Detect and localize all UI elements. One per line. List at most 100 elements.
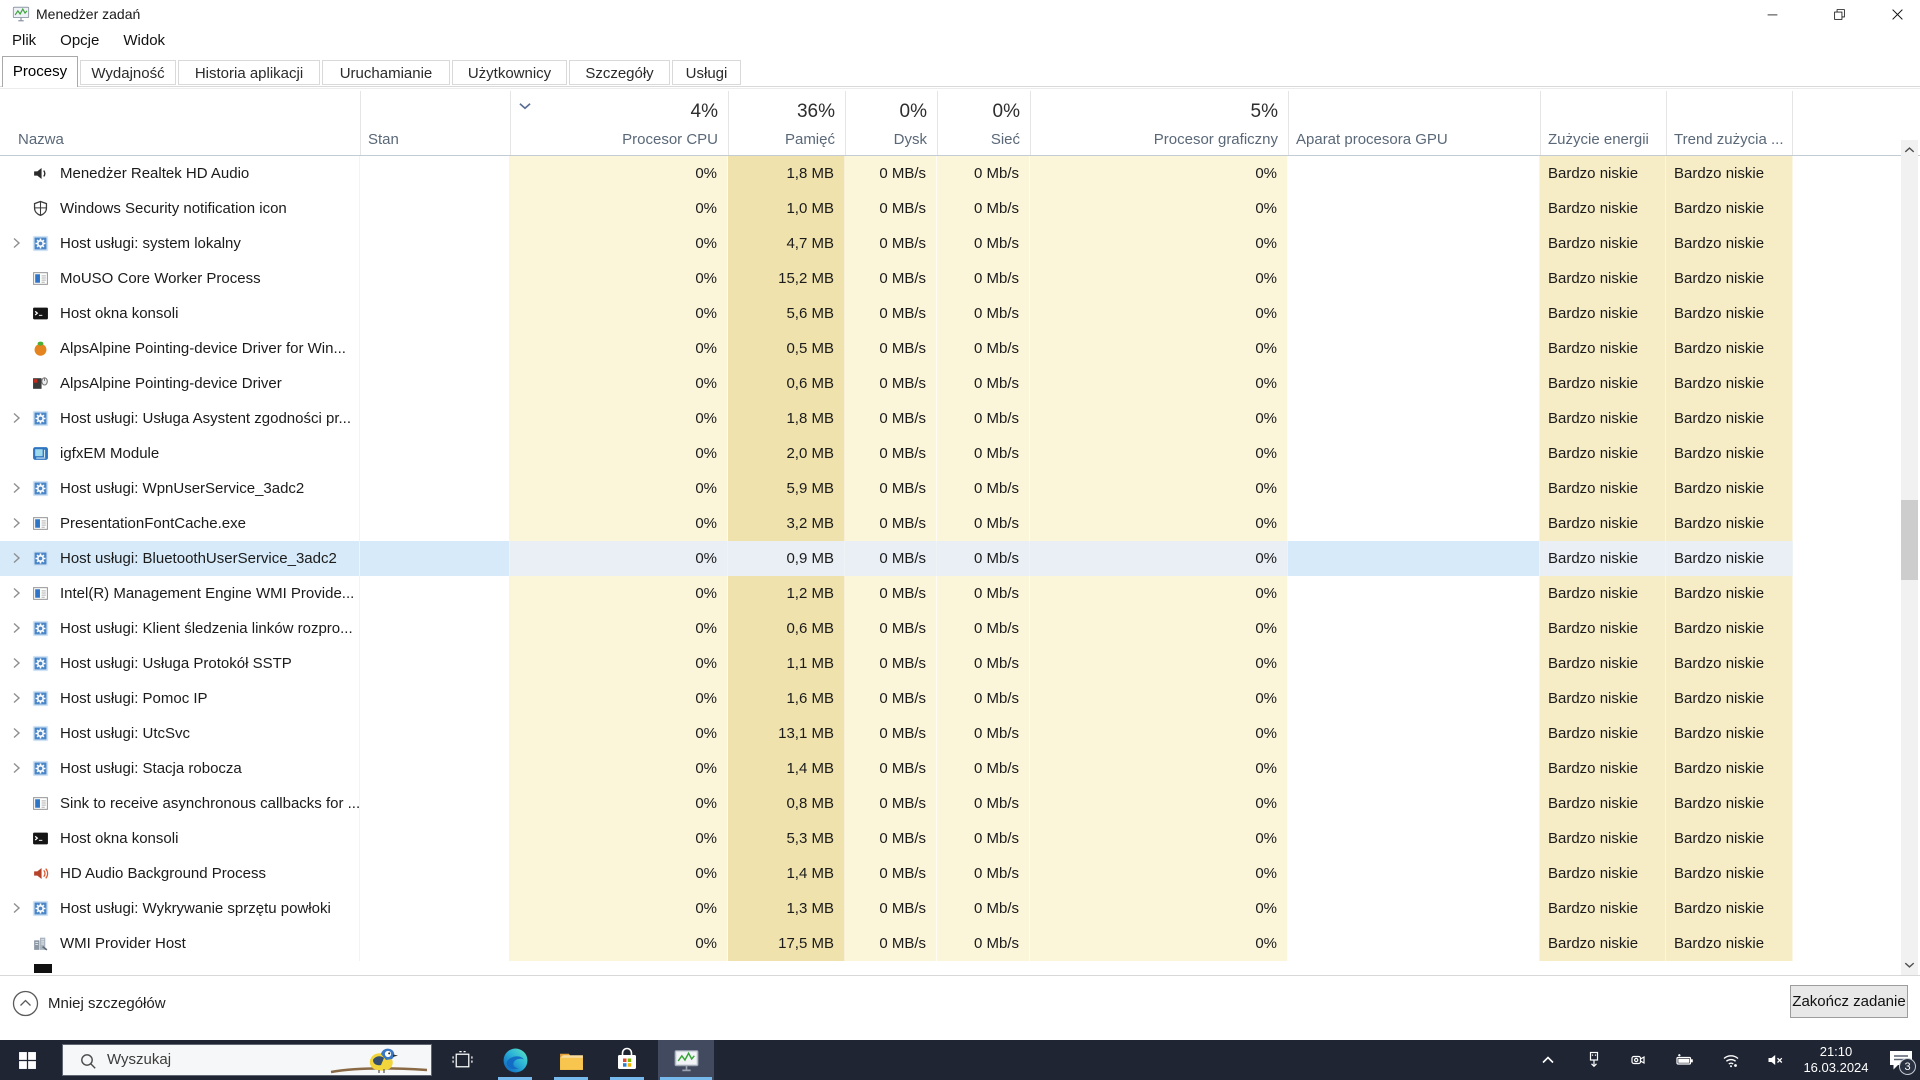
table-row[interactable]: AlpsAlpine Pointing-device Driver for Wi… bbox=[0, 331, 1793, 366]
cell-gpu: 0% bbox=[1030, 856, 1288, 891]
table-row[interactable]: AlpsAlpine Pointing-device Driver 0% 0,6 M… bbox=[0, 366, 1793, 401]
usb-icon[interactable] bbox=[1585, 1051, 1603, 1069]
table-row[interactable]: WMI Provider Host 0% 17,5 MB 0 MB/s 0 Mb/s 0%… bbox=[0, 926, 1793, 961]
table-row[interactable]: Host usługi: system lokalny 0% 4,7 MB 0 MB/… bbox=[0, 226, 1793, 261]
column-header-gpu[interactable]: Procesor graficzny bbox=[1030, 129, 1288, 153]
table-row[interactable]: PresentationFontCache.exe 0% 3,2 MB 0 MB/s 0… bbox=[0, 506, 1793, 541]
minimize-button[interactable] bbox=[1749, 0, 1795, 28]
cell-name: Intel(R) Management Engine WMI Provide..… bbox=[0, 576, 360, 611]
service-gear-icon bbox=[32, 655, 49, 672]
column-header-status[interactable]: Stan bbox=[360, 129, 510, 153]
tab-wydajność[interactable]: Wydajność bbox=[80, 60, 176, 85]
expand-chevron-icon[interactable] bbox=[8, 515, 24, 531]
scrollbar-thumb[interactable] bbox=[1901, 500, 1918, 580]
volume-muted-icon[interactable] bbox=[1766, 1051, 1784, 1069]
expand-chevron-icon[interactable] bbox=[8, 550, 24, 566]
search-input[interactable]: Wyszukaj bbox=[62, 1044, 432, 1076]
table-row[interactable]: Host okna konsoli 0% 5,6 MB 0 MB/s 0 Mb/s 0% B… bbox=[0, 296, 1793, 331]
restore-button[interactable] bbox=[1816, 0, 1862, 28]
header-column-separator bbox=[1030, 91, 1031, 155]
expand-chevron-icon[interactable] bbox=[8, 690, 24, 706]
expand-chevron-icon[interactable] bbox=[8, 585, 24, 601]
cell-power_trend: Bardzo niskie bbox=[1666, 681, 1793, 716]
end-task-button[interactable]: Zakończ zadanie bbox=[1790, 985, 1908, 1018]
tab-szczegóły[interactable]: Szczegóły bbox=[569, 60, 670, 85]
cell-memory: 1,4 MB bbox=[728, 751, 845, 786]
column-header-power_trend[interactable]: Trend zużycia ... bbox=[1666, 129, 1793, 153]
column-header-power[interactable]: Zużycie energii bbox=[1540, 129, 1666, 153]
table-row[interactable]: Host usługi: BluetoothUserService_3adc2 0… bbox=[0, 541, 1793, 576]
cell-gpu_engine bbox=[1288, 856, 1540, 891]
process-name: Windows Security notification icon bbox=[60, 200, 287, 217]
menu-item-opcje[interactable]: Opcje bbox=[48, 28, 111, 54]
table-row[interactable]: Intel(R) Management Engine WMI Provide..… bbox=[0, 576, 1793, 611]
file-explorer-button[interactable] bbox=[548, 1040, 594, 1080]
edge-button[interactable] bbox=[492, 1040, 538, 1080]
close-button[interactable] bbox=[1874, 0, 1920, 28]
table-row[interactable]: Host usługi: Pomoc IP 0% 1,6 MB 0 MB/s 0 Mb/… bbox=[0, 681, 1793, 716]
table-row[interactable]: Host usługi: Stacja robocza 0% 1,4 MB 0 MB/… bbox=[0, 751, 1793, 786]
expand-chevron-icon[interactable] bbox=[8, 655, 24, 671]
cell-gpu: 0% bbox=[1030, 681, 1288, 716]
start-button[interactable] bbox=[4, 1040, 50, 1080]
expand-chevron-icon[interactable] bbox=[8, 900, 24, 916]
table-row[interactable]: Host okna konsoli 0% 5,3 MB 0 MB/s 0 Mb/s 0% B… bbox=[0, 821, 1793, 856]
cell-gpu_engine bbox=[1288, 821, 1540, 856]
table-row[interactable]: Host usługi: Usługa Asystent zgodności p… bbox=[0, 401, 1793, 436]
tab-użytkownicy[interactable]: Użytkownicy bbox=[452, 60, 567, 85]
cell-disk: 0 MB/s bbox=[845, 856, 937, 891]
menu-item-plik[interactable]: Plik bbox=[0, 28, 48, 54]
table-row[interactable]: HD Audio Background Process 0% 1,4 MB 0 MB/… bbox=[0, 856, 1793, 891]
column-header-memory[interactable]: Pamięć bbox=[728, 129, 845, 153]
table-row[interactable]: igfxEM Module 0% 2,0 MB 0 MB/s 0 Mb/s 0% Bardz… bbox=[0, 436, 1793, 471]
table-row[interactable]: MoUSO Core Worker Process 0% 15,2 MB 0 MB/s… bbox=[0, 261, 1793, 296]
column-header-disk[interactable]: Dysk bbox=[845, 129, 937, 153]
circle-chevron-up-icon[interactable] bbox=[12, 990, 39, 1017]
table-row[interactable]: Menedżer Realtek HD Audio 0% 1,8 MB 0 MB/s 0… bbox=[0, 156, 1793, 191]
cell-power: Bardzo niskie bbox=[1540, 716, 1666, 751]
wifi-icon[interactable] bbox=[1722, 1051, 1740, 1069]
tab-usługi[interactable]: Usługi bbox=[672, 60, 741, 85]
cell-network: 0 Mb/s bbox=[937, 611, 1030, 646]
column-header-cpu[interactable]: Procesor CPU bbox=[510, 129, 728, 153]
scroll-up-icon[interactable] bbox=[1902, 142, 1917, 158]
store-button[interactable] bbox=[604, 1040, 650, 1080]
cell-memory: 5,9 MB bbox=[728, 471, 845, 506]
clock-date: 16.03.2024 bbox=[1803, 1060, 1869, 1075]
expand-chevron-icon[interactable] bbox=[8, 410, 24, 426]
chevron-up-icon[interactable] bbox=[1539, 1051, 1557, 1069]
less-details-toggle[interactable]: Mniej szczegółów bbox=[48, 990, 166, 1017]
tab-uruchamianie[interactable]: Uruchamianie bbox=[322, 60, 450, 85]
process-name: PresentationFontCache.exe bbox=[60, 515, 246, 532]
table-row[interactable]: Host usługi: Usługa Protokół SSTP 0% 1,1 M… bbox=[0, 646, 1793, 681]
expand-chevron-icon[interactable] bbox=[8, 620, 24, 636]
column-header-network[interactable]: Sieć bbox=[937, 129, 1030, 153]
header-column-separator bbox=[728, 91, 729, 155]
table-row[interactable]: Host usługi: Klient śledzenia linków roz… bbox=[0, 611, 1793, 646]
column-header-name[interactable]: Nazwa bbox=[0, 129, 360, 153]
camera-icon[interactable] bbox=[1629, 1051, 1647, 1069]
expand-chevron-icon[interactable] bbox=[8, 235, 24, 251]
task-manager-button[interactable] bbox=[658, 1040, 714, 1080]
cell-cpu: 0% bbox=[510, 541, 728, 576]
expand-chevron-icon[interactable] bbox=[8, 480, 24, 496]
menu-item-widok[interactable]: Widok bbox=[111, 28, 177, 54]
tab-historia-aplikacji[interactable]: Historia aplikacji bbox=[178, 60, 320, 85]
scroll-down-icon[interactable] bbox=[1902, 957, 1917, 973]
expand-chevron-icon[interactable] bbox=[8, 760, 24, 776]
table-row[interactable]: Windows Security notification icon 0% 1,0 … bbox=[0, 191, 1793, 226]
console-icon bbox=[32, 305, 49, 322]
tab-procesy[interactable]: Procesy bbox=[2, 56, 78, 87]
column-header-gpu_engine[interactable]: Aparat procesora GPU bbox=[1288, 129, 1540, 153]
table-row[interactable]: Host usługi: Wykrywanie sprzętu powłoki 0… bbox=[0, 891, 1793, 926]
task-view-button[interactable] bbox=[439, 1040, 485, 1080]
table-row[interactable]: Sink to receive asynchronous callbacks f… bbox=[0, 786, 1793, 821]
process-name: Intel(R) Management Engine WMI Provide..… bbox=[60, 585, 355, 602]
table-row[interactable]: Host usługi: UtcSvc 0% 13,1 MB 0 MB/s 0 Mb/s… bbox=[0, 716, 1793, 751]
cell-power: Bardzo niskie bbox=[1540, 506, 1666, 541]
expand-chevron-icon[interactable] bbox=[8, 725, 24, 741]
vertical-scrollbar[interactable] bbox=[1901, 140, 1918, 975]
table-row[interactable]: Host usługi: WpnUserService_3adc2 0% 5,9 M… bbox=[0, 471, 1793, 506]
battery-icon[interactable] bbox=[1675, 1051, 1693, 1069]
taskbar-clock[interactable]: 21:10 16.03.2024 bbox=[1798, 1044, 1874, 1076]
